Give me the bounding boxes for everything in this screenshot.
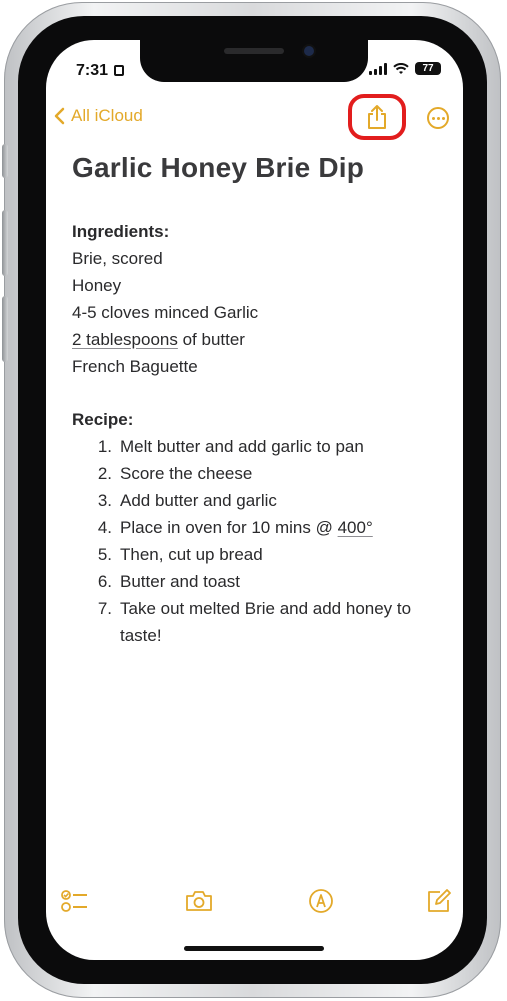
speaker	[224, 48, 284, 54]
ingredient-item: French Baguette	[72, 357, 198, 376]
ingredients-heading: Ingredients:	[72, 222, 170, 241]
detected-temperature-link[interactable]: 400°	[338, 518, 373, 537]
ingredient-item: Honey	[72, 276, 122, 295]
list-item: 3. Add butter and garlic	[97, 491, 277, 510]
detected-measurement-link[interactable]: 2 tablespoons	[72, 330, 178, 349]
volume-down-button	[2, 296, 8, 362]
recipe-heading: Recipe:	[72, 410, 134, 429]
share-icon	[368, 105, 386, 129]
list-item: 2. Score the cheese	[97, 464, 253, 483]
markup-button[interactable]	[304, 884, 338, 918]
back-button[interactable]: All iCloud	[54, 106, 143, 126]
ellipsis-icon	[431, 116, 435, 120]
chevron-left-icon	[54, 107, 65, 125]
volume-up-button	[2, 210, 8, 276]
recipe-steps: 1. Melt butter and add garlic to pan 2. Sc…	[72, 433, 442, 649]
status-time: 7:31	[76, 62, 109, 79]
orientation-lock-icon	[114, 65, 124, 76]
compose-icon	[428, 889, 451, 912]
notch	[140, 40, 368, 82]
ingredient-item: 4-5 cloves minced Garlic	[72, 303, 259, 322]
mute-switch	[2, 144, 8, 178]
list-item: 4. Place in oven for 10 mins @ 400°	[97, 518, 373, 537]
wifi-icon	[393, 62, 409, 74]
ingredient-item: 2 tablespoons of butter	[72, 326, 442, 353]
list-item: 6. Butter and toast	[97, 572, 241, 591]
front-camera	[304, 46, 314, 56]
list-item: 1. Melt butter and add garlic to pan	[97, 437, 364, 456]
markup-icon	[309, 889, 333, 913]
cellular-signal-icon	[369, 62, 387, 75]
note-title[interactable]: Garlic Honey Brie Dip	[72, 152, 364, 184]
checklist-button[interactable]	[58, 884, 92, 918]
camera-button[interactable]	[182, 884, 216, 918]
camera-icon	[186, 891, 212, 911]
status-icons: 77	[369, 62, 441, 75]
compose-button[interactable]	[422, 884, 456, 918]
more-options-button[interactable]	[427, 107, 449, 129]
back-button-label: All iCloud	[71, 106, 143, 125]
list-item: 7. Take out melted Brie and add honey to t…	[97, 599, 412, 645]
home-indicator[interactable]	[184, 946, 324, 951]
ingredient-item-rest: of butter	[177, 330, 245, 349]
ingredient-item: Brie, scored	[72, 249, 163, 268]
battery-icon: 77	[415, 62, 441, 75]
note-body[interactable]: Ingredients: Brie, scored Honey 4-5 clov…	[72, 218, 442, 649]
screen: 7:31 77 All iCloud Garlic Honey Brie Dip…	[46, 40, 463, 960]
list-item: 5. Then, cut up bread	[97, 545, 263, 564]
checklist-icon	[61, 890, 87, 912]
share-button[interactable]	[348, 94, 406, 140]
bottom-toolbar	[46, 884, 463, 920]
